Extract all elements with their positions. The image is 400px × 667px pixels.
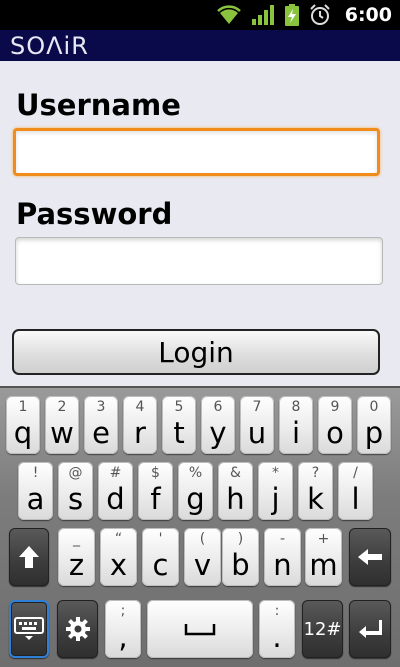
keyboard-switch-key[interactable] — [9, 600, 49, 658]
battery-charging-icon — [284, 4, 299, 26]
key-a[interactable]: ! a — [18, 462, 53, 520]
key-k[interactable]: ? k — [298, 462, 333, 520]
key-w[interactable]: 2w — [45, 396, 79, 454]
username-field[interactable] — [13, 128, 380, 176]
key-f[interactable]: $ f — [138, 462, 173, 520]
key-e[interactable]: 3e — [84, 396, 118, 454]
key-c[interactable]: ' c — [142, 528, 179, 586]
settings-key[interactable] — [57, 600, 98, 658]
key-v[interactable]: (v — [184, 528, 221, 586]
backspace-icon — [349, 528, 391, 586]
key-x[interactable]: “x — [100, 528, 137, 586]
clock-time: 6:00 — [344, 4, 392, 26]
wifi-icon — [216, 4, 241, 26]
key-m[interactable]: + m — [305, 528, 342, 586]
enter-icon — [349, 600, 391, 658]
keyboard-row-3: _ z “x ' c (v ) b -n + m — [0, 528, 400, 586]
key-b[interactable]: ) b — [222, 528, 259, 586]
symbols-key[interactable]: 12# — [302, 600, 343, 658]
soft-keyboard: 1q 2w 3e 4r 5t 6y 7u 8i 9o 0p ! a @ s # d $… — [0, 386, 400, 667]
signal-icon — [251, 4, 275, 26]
password-label: Password — [16, 197, 173, 231]
key-l[interactable]: / l — [338, 462, 373, 520]
backspace-key[interactable] — [349, 528, 391, 586]
login-button[interactable]: Login — [12, 329, 380, 375]
enter-key[interactable] — [349, 600, 391, 658]
space-key[interactable] — [147, 600, 253, 658]
shift-key[interactable] — [9, 528, 49, 586]
key-i[interactable]: 8i — [279, 396, 313, 454]
key-period[interactable]: :. — [259, 600, 295, 658]
shift-icon — [9, 528, 49, 586]
key-r[interactable]: 4r — [123, 396, 157, 454]
keyboard-icon — [11, 602, 47, 656]
keyboard-row-1: 1q 2w 3e 4r 5t 6y 7u 8i 9o 0p — [0, 396, 400, 454]
space-icon — [147, 600, 253, 658]
username-label: Username — [16, 88, 181, 122]
key-q[interactable]: 1q — [6, 396, 40, 454]
key-z[interactable]: _ z — [58, 528, 95, 586]
key-o[interactable]: 9o — [318, 396, 352, 454]
key-t[interactable]: 5t — [162, 396, 196, 454]
key-h[interactable]: & h — [218, 462, 253, 520]
key-s[interactable]: @ s — [58, 462, 93, 520]
password-field[interactable] — [15, 237, 383, 285]
key-comma[interactable]: ;, — [105, 600, 141, 658]
key-n[interactable]: -n — [264, 528, 301, 586]
key-d[interactable]: # d — [98, 462, 133, 520]
status-bar: 6:00 — [0, 0, 400, 30]
keyboard-row-2: ! a @ s # d $ f % g & h * j ? k / l — [0, 462, 400, 520]
key-p[interactable]: 0p — [357, 396, 391, 454]
app-logo: SOΛiR — [10, 31, 89, 60]
keyboard-row-4: ;, :. 12# — [0, 600, 400, 658]
app-header: SOΛiR — [0, 30, 400, 61]
key-g[interactable]: % g — [178, 462, 213, 520]
key-y[interactable]: 6y — [201, 396, 235, 454]
key-j[interactable]: * j — [258, 462, 293, 520]
alarm-clock-icon — [309, 4, 331, 26]
settings-gear-icon — [57, 600, 98, 658]
key-u[interactable]: 7u — [240, 396, 274, 454]
login-form: Username Password Login — [0, 61, 400, 386]
